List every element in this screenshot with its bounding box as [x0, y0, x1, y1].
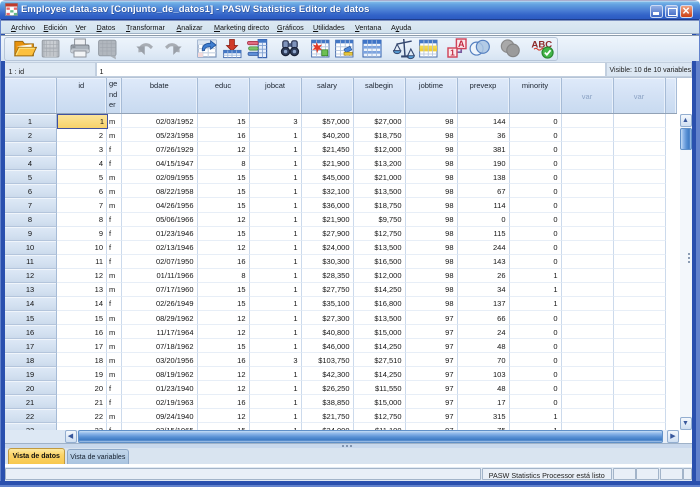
svg-text:A: A	[458, 39, 465, 49]
svg-text:1: 1	[450, 48, 455, 58]
